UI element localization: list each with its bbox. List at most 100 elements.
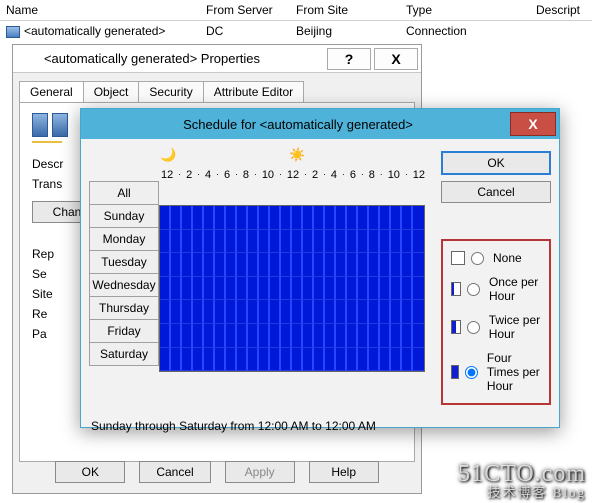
grid-cell[interactable] <box>347 253 358 277</box>
grid-cell[interactable] <box>369 300 380 324</box>
legend-once[interactable]: Once per Hour <box>451 275 541 303</box>
grid-cell[interactable] <box>391 230 402 254</box>
grid-cell[interactable] <box>402 230 413 254</box>
grid-cell[interactable] <box>303 324 314 348</box>
tab-general[interactable]: General <box>19 81 84 102</box>
grid-cell[interactable] <box>160 230 171 254</box>
grid-cell[interactable] <box>292 324 303 348</box>
grid-cell[interactable] <box>193 206 204 230</box>
grid-cell[interactable] <box>336 206 347 230</box>
day-sunday-button[interactable]: Sunday <box>89 204 159 228</box>
grid-cell[interactable] <box>314 206 325 230</box>
grid-cell[interactable] <box>391 253 402 277</box>
day-all-button[interactable]: All <box>89 181 159 205</box>
grid-cell[interactable] <box>204 230 215 254</box>
grid-cell[interactable] <box>358 230 369 254</box>
day-thursday-button[interactable]: Thursday <box>89 296 159 320</box>
grid-cell[interactable] <box>259 300 270 324</box>
grid-cell[interactable] <box>391 300 402 324</box>
grid-cell[interactable] <box>193 324 204 348</box>
grid-cell[interactable] <box>292 300 303 324</box>
grid-cell[interactable] <box>259 253 270 277</box>
grid-cell[interactable] <box>281 348 292 372</box>
grid-cell[interactable] <box>248 324 259 348</box>
grid-cell[interactable] <box>303 253 314 277</box>
radio-once[interactable] <box>467 283 480 296</box>
grid-cell[interactable] <box>413 277 424 301</box>
grid-cell[interactable] <box>380 300 391 324</box>
grid-cell[interactable] <box>160 300 171 324</box>
grid-cell[interactable] <box>369 206 380 230</box>
day-wednesday-button[interactable]: Wednesday <box>89 273 159 297</box>
grid-cell[interactable] <box>369 230 380 254</box>
grid-cell[interactable] <box>182 277 193 301</box>
col-description-header[interactable]: Descript <box>530 0 590 20</box>
grid-cell[interactable] <box>347 324 358 348</box>
grid-cell[interactable] <box>193 348 204 372</box>
col-type-header[interactable]: Type <box>400 0 530 20</box>
grid-cell[interactable] <box>325 277 336 301</box>
grid-cell[interactable] <box>347 277 358 301</box>
grid-cell[interactable] <box>314 253 325 277</box>
grid-cell[interactable] <box>413 253 424 277</box>
grid-row[interactable] <box>160 324 424 348</box>
grid-cell[interactable] <box>204 300 215 324</box>
grid-cell[interactable] <box>358 277 369 301</box>
day-friday-button[interactable]: Friday <box>89 319 159 343</box>
radio-four[interactable] <box>465 366 478 379</box>
grid-cell[interactable] <box>248 206 259 230</box>
grid-cell[interactable] <box>281 206 292 230</box>
grid-cell[interactable] <box>325 253 336 277</box>
grid-cell[interactable] <box>160 277 171 301</box>
grid-cell[interactable] <box>413 300 424 324</box>
grid-cell[interactable] <box>402 300 413 324</box>
grid-cell[interactable] <box>237 348 248 372</box>
grid-cell[interactable] <box>248 253 259 277</box>
grid-cell[interactable] <box>358 324 369 348</box>
grid-cell[interactable] <box>248 277 259 301</box>
grid-cell[interactable] <box>336 277 347 301</box>
grid-cell[interactable] <box>292 206 303 230</box>
grid-cell[interactable] <box>193 253 204 277</box>
grid-cell[interactable] <box>281 277 292 301</box>
grid-cell[interactable] <box>259 206 270 230</box>
grid-cell[interactable] <box>171 348 182 372</box>
grid-cell[interactable] <box>160 324 171 348</box>
grid-cell[interactable] <box>237 230 248 254</box>
grid-cell[interactable] <box>237 253 248 277</box>
cancel-button[interactable]: Cancel <box>441 181 551 203</box>
grid-cell[interactable] <box>292 277 303 301</box>
grid-cell[interactable] <box>325 206 336 230</box>
grid-cell[interactable] <box>248 230 259 254</box>
grid-cell[interactable] <box>402 206 413 230</box>
grid-cell[interactable] <box>391 324 402 348</box>
grid-cell[interactable] <box>347 348 358 372</box>
grid-cell[interactable] <box>358 253 369 277</box>
grid-cell[interactable] <box>226 253 237 277</box>
ok-button[interactable]: OK <box>55 461 125 483</box>
grid-cell[interactable] <box>215 253 226 277</box>
grid-cell[interactable] <box>270 253 281 277</box>
grid-cell[interactable] <box>347 230 358 254</box>
grid-cell[interactable] <box>215 277 226 301</box>
grid-cell[interactable] <box>380 324 391 348</box>
grid-cell[interactable] <box>160 206 171 230</box>
tab-attribute-editor[interactable]: Attribute Editor <box>203 81 304 102</box>
grid-cell[interactable] <box>358 348 369 372</box>
grid-cell[interactable] <box>314 300 325 324</box>
grid-cell[interactable] <box>413 348 424 372</box>
grid-cell[interactable] <box>292 230 303 254</box>
ok-button[interactable]: OK <box>441 151 551 175</box>
legend-twice[interactable]: Twice per Hour <box>451 313 541 341</box>
grid-cell[interactable] <box>204 324 215 348</box>
tab-security[interactable]: Security <box>138 81 203 102</box>
grid-cell[interactable] <box>270 300 281 324</box>
grid-cell[interactable] <box>171 300 182 324</box>
grid-cell[interactable] <box>171 253 182 277</box>
day-monday-button[interactable]: Monday <box>89 227 159 251</box>
grid-cell[interactable] <box>413 324 424 348</box>
grid-cell[interactable] <box>369 324 380 348</box>
grid-cell[interactable] <box>215 324 226 348</box>
grid-cell[interactable] <box>292 253 303 277</box>
radio-none[interactable] <box>471 252 484 265</box>
